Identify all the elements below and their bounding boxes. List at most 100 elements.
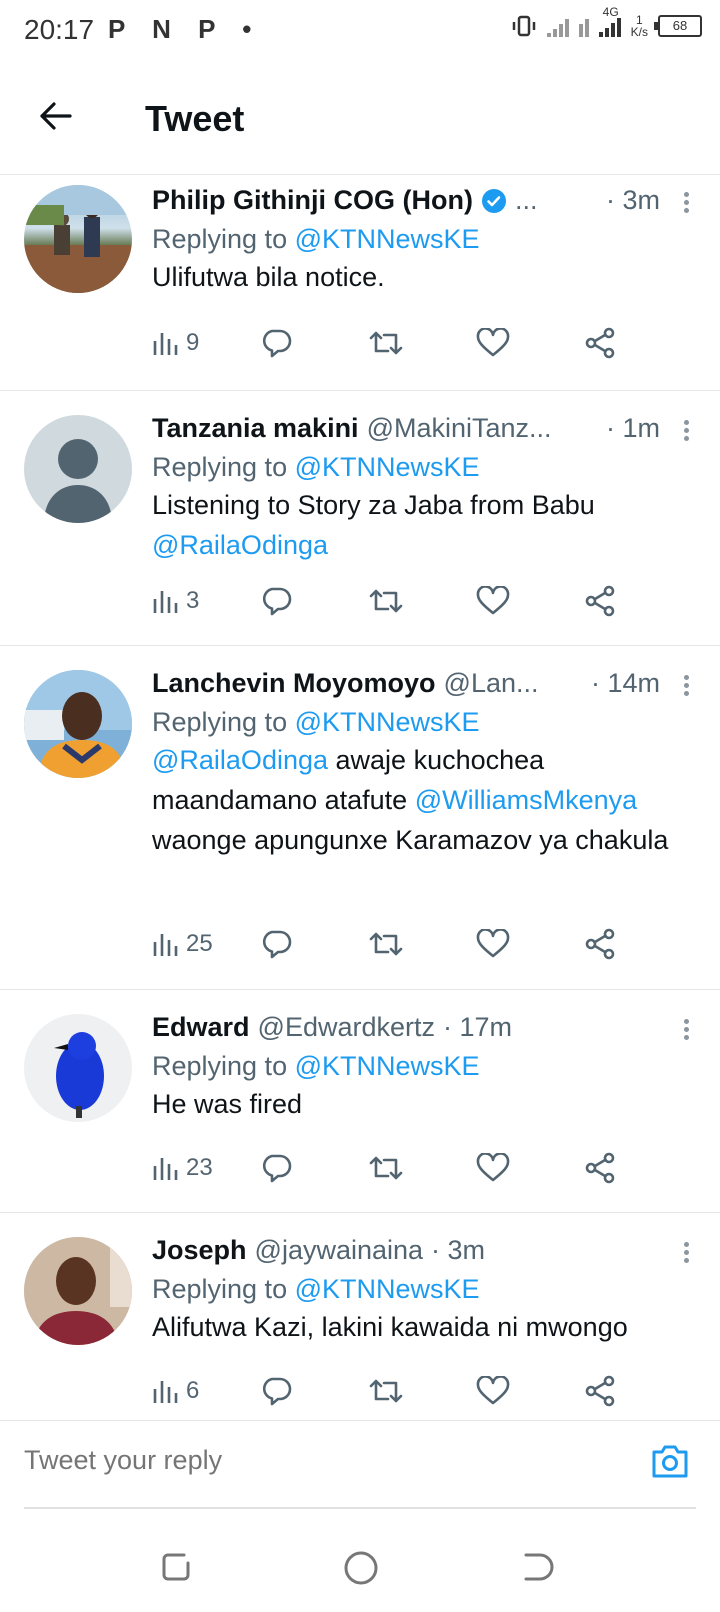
analytics-icon [153,1381,178,1403]
author-name[interactable]: Joseph [152,1235,247,1266]
tweet-time[interactable]: · 14m [591,668,660,699]
views-count: 9 [186,329,200,356]
reply-button[interactable] [260,581,292,621]
views-count: 6 [186,1377,200,1404]
share-icon [585,585,615,617]
retweet-button[interactable] [368,581,404,621]
author-name[interactable]: Lanchevin Moyomoyo [152,668,436,699]
author-handle[interactable]: @jaywainaina [255,1235,424,1266]
tweet-actions: 23 [152,1148,672,1188]
author-handle[interactable]: @Lan... [444,668,539,699]
back-arrow-icon[interactable] [36,96,76,136]
share-icon [585,327,615,359]
reply-button[interactable] [260,1148,292,1188]
system-nav-bar [0,1520,720,1612]
replying-mention[interactable]: @KTNNewsKE [295,707,480,737]
replying-to: Replying to @KTNNewsKE [152,452,480,482]
share-button[interactable] [584,323,616,363]
share-button[interactable] [584,1148,616,1188]
reply-icon [262,1154,292,1183]
more-options-icon[interactable] [682,417,690,444]
replying-mention[interactable]: @KTNNewsKE [295,452,480,482]
share-icon [585,928,615,960]
views-button[interactable]: 6 [152,1371,199,1411]
author-handle[interactable]: @MakiniTanz... [367,413,552,444]
tweet-item[interactable]: Lanchevin Moyomoyo @Lan... · 14m Replyin… [0,646,720,990]
tweet-time[interactable]: · 3m [606,185,660,216]
retweet-icon [369,1156,403,1180]
reply-icon [262,1377,292,1406]
mention-link[interactable]: @RailaOdinga [152,745,328,775]
share-button[interactable] [584,924,616,964]
reply-button[interactable] [260,924,292,964]
author-name[interactable]: Philip Githinji COG (Hon) [152,185,473,216]
home-icon[interactable] [343,1550,379,1586]
replying-mention[interactable]: @KTNNewsKE [295,1051,480,1081]
replying-mention[interactable]: @KTNNewsKE [295,224,480,254]
retweet-icon [369,1379,403,1403]
retweet-button[interactable] [368,924,404,964]
back-nav-icon[interactable] [522,1550,556,1584]
signal-2-icon [578,15,589,37]
divider [24,1507,696,1509]
heart-icon [476,328,510,357]
tweet-time[interactable]: · 1m [606,413,660,444]
recent-apps-icon[interactable] [160,1550,194,1584]
more-options-icon[interactable] [682,1239,690,1266]
author-name[interactable]: Tanzania makini [152,413,359,444]
more-options-icon[interactable] [682,672,690,699]
like-button[interactable] [476,581,510,621]
like-button[interactable] [476,323,510,363]
retweet-button[interactable] [368,1371,404,1411]
replying-mention[interactable]: @KTNNewsKE [295,1274,480,1304]
avatar[interactable] [24,1014,132,1122]
retweet-button[interactable] [368,1148,404,1188]
like-button[interactable] [476,1371,510,1411]
retweet-button[interactable] [368,323,404,363]
views-button[interactable]: 23 [152,1148,213,1188]
avatar[interactable] [24,670,132,778]
reply-icon [262,587,292,616]
author-name[interactable]: Edward [152,1012,250,1043]
tweet-time[interactable]: · 3m [431,1235,485,1266]
share-button[interactable] [584,581,616,621]
share-button[interactable] [584,1371,616,1411]
share-icon [585,1152,615,1184]
author-handle[interactable]: ... [515,185,538,216]
avatar[interactable] [24,1237,132,1345]
like-button[interactable] [476,1148,510,1188]
tweet-time[interactable]: · 17m [443,1012,512,1043]
reply-button[interactable] [260,323,292,363]
battery-icon: 68 [654,15,702,37]
retweet-icon [369,589,403,613]
status-right: 4G 1 K/s 68 [511,5,702,38]
reply-input[interactable] [24,1445,604,1476]
author-handle[interactable]: @Edwardkertz [258,1012,435,1043]
reply-feed: Philip Githinji COG (Hon) ... · 3m Reply… [0,175,720,1415]
camera-icon[interactable] [650,1443,690,1479]
mention-link[interactable]: @RailaOdinga [152,530,328,560]
avatar[interactable] [24,415,132,523]
views-count: 23 [186,1154,213,1181]
tweet-actions: 9 [152,323,672,363]
tweet-item[interactable]: Philip Githinji COG (Hon) ... · 3m Reply… [0,175,720,391]
heart-icon [476,1376,510,1405]
tweet-item[interactable]: Joseph @jaywainaina · 3m Replying to @KT… [0,1213,720,1415]
tweet-item[interactable]: Edward @Edwardkertz · 17m Replying to @K… [0,990,720,1213]
vibrate-icon [512,15,535,37]
tweet-item[interactable]: Tanzania makini @MakiniTanz... · 1m Repl… [0,391,720,646]
reply-button[interactable] [260,1371,292,1411]
app-header: Tweet [0,64,720,175]
views-button[interactable]: 3 [152,581,199,621]
tweet-actions: 3 [152,581,672,621]
more-options-icon[interactable] [682,189,690,216]
tweet-text: @RailaOdinga awaje kuchochea maandamano … [152,745,669,855]
signal-4g-icon: 4G [598,5,621,37]
mention-link[interactable]: @WilliamsMkenya [415,785,637,815]
like-button[interactable] [476,924,510,964]
reply-icon [262,329,292,358]
avatar[interactable] [24,185,132,293]
views-button[interactable]: 9 [152,323,199,363]
more-options-icon[interactable] [682,1016,690,1043]
views-button[interactable]: 25 [152,924,213,964]
